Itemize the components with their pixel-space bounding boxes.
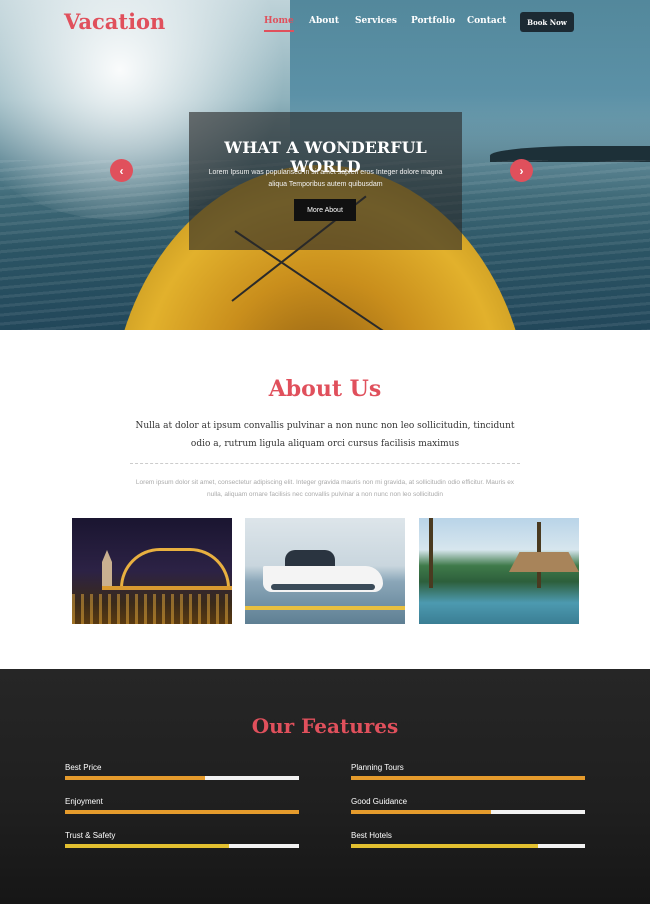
about-title: About Us: [268, 376, 382, 402]
feature-label: Best Price: [65, 763, 102, 772]
nav-services[interactable]: Services: [355, 16, 397, 26]
progress-track: [65, 844, 299, 848]
feature-best-hotels: Best Hotels: [351, 831, 585, 853]
features-section: Our Features Best Price Planning Tours E…: [0, 669, 650, 904]
progress-track: [65, 776, 299, 780]
feature-label: Planning Tours: [351, 763, 404, 772]
dashed-divider: [130, 463, 520, 464]
feature-enjoyment: Enjoyment: [65, 797, 299, 819]
gallery-image-resort[interactable]: [419, 518, 579, 624]
cathedral-shape: [102, 550, 112, 590]
gallery-image-boat[interactable]: [245, 518, 405, 624]
feature-label: Best Hotels: [351, 831, 392, 840]
feature-planning-tours: Planning Tours: [351, 763, 585, 785]
bridge-deck: [102, 586, 232, 590]
progress-fill: [65, 776, 206, 780]
nav-portfolio[interactable]: Portfolio: [411, 16, 455, 26]
nav-home[interactable]: Home: [264, 16, 294, 32]
slider-text: Lorem Ipsum was popularised in sit amet …: [208, 169, 443, 188]
about-lead-text: Nulla at dolor at ipsum convallis pulvin…: [135, 421, 515, 449]
book-now-button[interactable]: Book Now: [520, 12, 574, 32]
buoy-line: [245, 606, 405, 610]
nav-contact[interactable]: Contact: [467, 16, 506, 26]
nav-about[interactable]: About: [309, 16, 339, 26]
palm-trunk: [429, 518, 433, 588]
chevron-left-icon[interactable]: ‹: [110, 159, 133, 182]
chevron-right-icon[interactable]: ›: [510, 159, 533, 182]
feature-best-price: Best Price: [65, 763, 299, 785]
progress-fill: [65, 844, 229, 848]
more-about-button[interactable]: More About: [294, 199, 356, 221]
progress-track: [65, 810, 299, 814]
progress-fill: [65, 810, 299, 814]
progress-track: [351, 844, 585, 848]
feature-good-guidance: Good Guidance: [351, 797, 585, 819]
bridge-arch: [120, 548, 230, 588]
feature-label: Enjoyment: [65, 797, 103, 806]
about-body-text: Lorem ipsum dolor sit amet, consectetur …: [135, 479, 515, 498]
feature-label: Trust & Safety: [65, 831, 116, 840]
progress-fill: [351, 844, 539, 848]
boat-hull: [271, 584, 375, 590]
features-title: Our Features: [251, 714, 399, 738]
feature-trust-safety: Trust & Safety: [65, 831, 299, 853]
progress-track: [351, 776, 585, 780]
hero-banner: Vacation Home About Services Portfolio C…: [0, 0, 650, 330]
progress-fill: [351, 810, 492, 814]
resort-hut: [509, 552, 579, 572]
progress-track: [351, 810, 585, 814]
slider-caption-panel: WHAT A WONDERFUL WORLD Lorem Ipsum was p…: [189, 112, 462, 250]
progress-fill: [351, 776, 585, 780]
gallery-image-bridge[interactable]: [72, 518, 232, 624]
water-reflection: [72, 594, 232, 624]
feature-label: Good Guidance: [351, 797, 408, 806]
